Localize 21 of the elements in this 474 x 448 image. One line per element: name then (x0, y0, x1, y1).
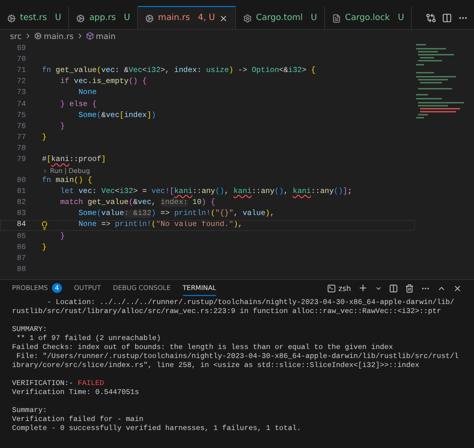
breadcrumb-item[interactable]: main.rs (44, 32, 74, 40)
gear-icon (242, 14, 252, 22)
chevron-down-icon[interactable] (375, 284, 382, 292)
close-icon[interactable] (453, 284, 462, 292)
terminal-icon (327, 284, 336, 292)
breadcrumb-item[interactable]: src (10, 32, 22, 40)
gear-icon (145, 14, 154, 22)
cube-icon (86, 32, 94, 40)
breadcrumb-item[interactable]: main (96, 32, 116, 40)
close-icon[interactable] (218, 14, 228, 22)
editor-tab[interactable]: main.rs 4, U (138, 6, 236, 29)
gear-icon (76, 14, 86, 22)
split-terminal-icon[interactable] (389, 284, 398, 292)
gear-icon (7, 14, 16, 22)
trash-icon[interactable] (405, 284, 414, 292)
split-editor-icon[interactable] (442, 12, 452, 22)
file-icon (332, 14, 342, 22)
compare-icon[interactable] (426, 12, 436, 22)
gear-icon (34, 32, 42, 40)
add-icon[interactable] (358, 283, 368, 293)
lightbulb-icon[interactable] (40, 220, 49, 230)
